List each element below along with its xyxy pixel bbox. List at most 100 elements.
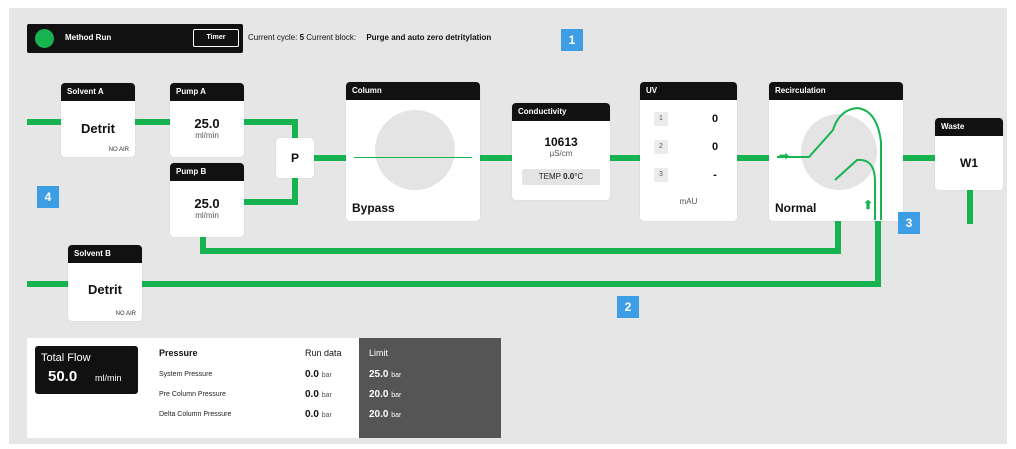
column-title: Column <box>346 82 480 100</box>
uv-channel-number: 2 <box>654 140 668 154</box>
flow-line <box>737 155 769 161</box>
limit-unit: bar <box>391 412 402 419</box>
flow-line <box>835 220 841 254</box>
flow-line <box>480 155 512 161</box>
uv-channel-number: 1 <box>654 112 668 126</box>
flow-line <box>27 119 63 125</box>
pressure-row-limit: 20.0 bar <box>369 389 401 400</box>
flow-line <box>903 155 935 161</box>
uv-unit: mAU <box>679 197 698 206</box>
limit-value: 20.0 <box>369 389 389 400</box>
status-label: Method Run <box>65 33 112 42</box>
callout-badge-2: 2 <box>617 296 639 318</box>
pressure-row-name: System Pressure <box>159 371 213 378</box>
conductivity-value: 10613 <box>544 135 578 149</box>
pump-b-card[interactable]: Pump B 25.0 ml/min <box>170 163 244 237</box>
limit-value: 25.0 <box>369 369 389 380</box>
flow-line <box>244 119 296 125</box>
pump-b-value: 25.0 <box>194 196 220 211</box>
pump-a-unit: ml/min <box>195 131 219 140</box>
run-value: 0.0 <box>305 369 319 380</box>
uv-channel-value: 0 <box>711 141 719 153</box>
pressure-header: Pressure <box>159 348 198 358</box>
waste-card[interactable]: Waste W1 <box>935 118 1003 190</box>
conductivity-title: Conductivity <box>512 103 610 121</box>
mixer-p[interactable]: P <box>276 138 314 178</box>
run-data-header: Run data <box>305 348 342 358</box>
pressure-row-run: 0.0 bar <box>305 409 332 420</box>
uv-card[interactable]: UV 1 0 2 0 3 - mAU <box>640 82 737 221</box>
pump-a-value: 25.0 <box>194 116 220 131</box>
uv-channel-value: 0 <box>711 113 719 125</box>
run-unit: bar <box>321 412 332 419</box>
callout-badge-1: 1 <box>561 29 583 51</box>
solvent-b-card[interactable]: Solvent B Detrit NO AIR <box>68 245 142 321</box>
column-state: Bypass <box>352 201 395 215</box>
flow-line <box>141 281 881 287</box>
flow-line <box>134 119 172 125</box>
temp-box: TEMP 0.0°C <box>522 169 600 185</box>
cycle-value: 5 <box>299 33 305 42</box>
temp-label: TEMP <box>538 172 561 181</box>
pump-b-unit: ml/min <box>195 211 219 220</box>
mixer-label: P <box>290 151 299 165</box>
solvent-a-value: Detrit <box>81 121 115 136</box>
pressure-row-limit: 25.0 bar <box>369 369 401 380</box>
limit-unit: bar <box>391 392 402 399</box>
uv-title: UV <box>640 82 737 100</box>
waste-value: W1 <box>960 156 978 170</box>
run-value: 0.0 <box>305 409 319 420</box>
temp-value: 0.0 <box>563 172 575 181</box>
flow-line <box>244 199 298 205</box>
pump-a-title: Pump A <box>170 83 244 101</box>
total-flow-box: Total Flow 50.0 ml/min <box>35 346 138 394</box>
inlet-arrow-icon: ➡ <box>779 149 790 163</box>
pump-a-card[interactable]: Pump A 25.0 ml/min <box>170 83 244 157</box>
total-flow-label: Total Flow <box>41 352 91 364</box>
uv-channel-number: 3 <box>654 168 668 182</box>
temp-unit: °C <box>574 172 584 181</box>
uv-channel-value: - <box>713 169 717 181</box>
solvent-b-title: Solvent B <box>68 245 142 263</box>
timer-button[interactable]: Timer <box>193 29 239 47</box>
solvent-b-air-status: NO AIR <box>115 311 136 317</box>
recirculation-state: Normal <box>775 201 817 215</box>
conductivity-card[interactable]: Conductivity 10613 µS/cm TEMP 0.0°C <box>512 103 610 200</box>
limit-column: Limit <box>359 338 501 438</box>
limit-header: Limit <box>369 348 389 358</box>
flow-line <box>27 281 71 287</box>
callout-badge-3: 3 <box>898 212 920 234</box>
cycle-prefix: Current cycle: <box>248 33 298 42</box>
pressure-row-limit: 20.0 bar <box>369 409 401 420</box>
limit-value: 20.0 <box>369 409 389 420</box>
status-bar: Method Run Timer <box>27 24 243 53</box>
run-unit: bar <box>321 392 332 399</box>
pressure-row-name: Delta Column Pressure <box>159 411 232 418</box>
flow-line <box>967 190 973 224</box>
pressure-panel: Total Flow 50.0 ml/min Pressure Run data… <box>27 338 501 438</box>
solvent-b-value: Detrit <box>88 282 122 297</box>
pressure-row-run: 0.0 bar <box>305 389 332 400</box>
column-bypass-line <box>354 157 472 158</box>
recirculation-card[interactable]: Recirculation ➡ ⬆ Normal <box>769 82 903 221</box>
block-value: Purge and auto zero detritylation <box>366 33 492 42</box>
total-flow-unit: ml/min <box>95 373 122 383</box>
column-card[interactable]: Column Bypass <box>346 82 480 221</box>
pump-b-title: Pump B <box>170 163 244 181</box>
solvent-a-card[interactable]: Solvent A Detrit NO AIR <box>61 83 135 157</box>
solvent-a-title: Solvent A <box>61 83 135 101</box>
waste-title: Waste <box>935 118 1003 136</box>
total-flow-value: 50.0 <box>48 368 78 385</box>
limit-unit: bar <box>391 372 402 379</box>
column-circle <box>375 110 455 190</box>
flow-line <box>314 155 346 161</box>
flow-line <box>610 155 640 161</box>
run-value: 0.0 <box>305 389 319 400</box>
cycle-info: Current cycle: 5 Current block: Purge an… <box>248 33 491 42</box>
conductivity-unit: µS/cm <box>549 149 573 158</box>
run-status-indicator <box>35 29 54 48</box>
pressure-row-name: Pre Column Pressure <box>159 391 226 398</box>
flow-line <box>200 248 841 254</box>
pressure-row-run: 0.0 bar <box>305 369 332 380</box>
run-unit: bar <box>321 372 332 379</box>
